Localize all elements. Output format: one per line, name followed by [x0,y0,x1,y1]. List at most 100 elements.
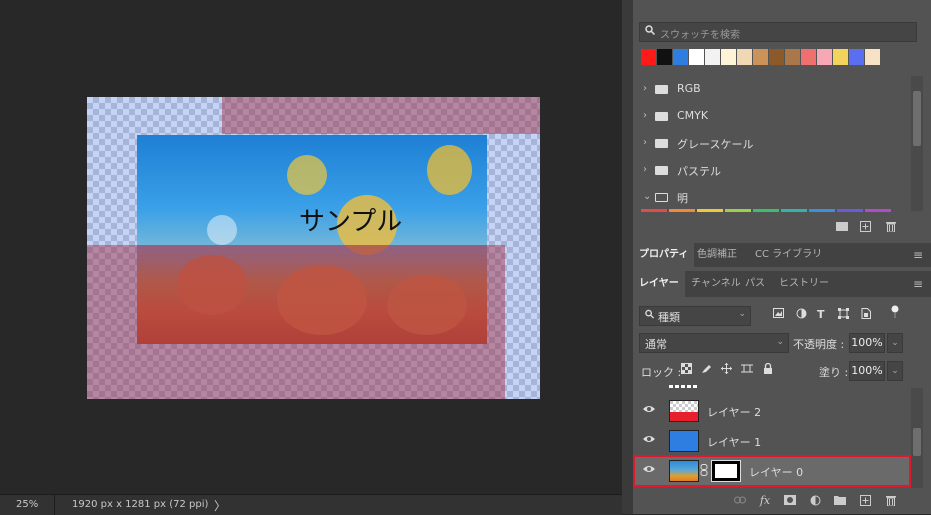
opacity-dropdown-button[interactable]: ⌄ [887,333,903,353]
lock-all-icon[interactable] [763,362,773,377]
status-bar: 25% 1920 px x 1281 px (72 ppi) 〉 [0,494,622,515]
filter-pixel-icon[interactable] [773,308,784,321]
light-swatch[interactable] [641,209,667,212]
tab-history[interactable]: ヒストリー [773,271,835,297]
swatch-color[interactable] [689,49,704,65]
opacity-input[interactable]: 100% [849,333,885,353]
swatch-color[interactable] [657,49,672,65]
new-layer-icon[interactable] [859,495,871,506]
swatch-group[interactable]: ⌄ 明 [633,184,909,211]
swatch-group-name: RGB [677,82,701,95]
folder-icon [655,166,668,175]
layer-name[interactable]: レイヤー 2 [707,404,761,420]
chevron-down-icon[interactable]: ⌄ [643,191,651,202]
folder-icon [655,85,668,94]
layers-scrollbar[interactable] [911,388,923,488]
filter-toggle-icon[interactable] [891,305,899,322]
filter-shape-icon[interactable] [838,308,849,322]
filter-smart-object-icon[interactable] [861,308,871,322]
mask-icon[interactable] [784,495,796,506]
tab-properties[interactable]: プロパティ [633,243,695,267]
light-swatch[interactable] [669,209,695,212]
swatch-scroll-thumb[interactable] [913,91,921,146]
swatch-color[interactable] [849,49,864,65]
tab-paths[interactable]: パス [739,271,771,297]
swatches-panel: スウォッチを検索 › RGB › CMYK › グレースケール › パステル ⌄ 明 [633,0,931,240]
light-swatch[interactable] [725,209,751,212]
folder-icon[interactable] [834,495,846,506]
blend-mode-select[interactable]: 通常 ⌄ [639,333,789,353]
swatch-search-input[interactable]: スウォッチを検索 [639,22,917,42]
lock-label: ロック : [641,366,682,379]
document-size: 1920 px x 1281 px (72 ppi) [72,499,209,510]
chevron-right-icon[interactable]: › [643,83,647,94]
new-group-icon[interactable] [836,221,848,232]
tab-adjustments[interactable]: 色調補正 [691,243,743,267]
filter-type-icon[interactable]: T [817,308,825,321]
swatch-color[interactable] [801,49,816,65]
lock-artboard-icon[interactable] [741,363,753,377]
panel-menu-icon[interactable]: ≡ [913,248,923,262]
folder-icon [655,139,668,148]
lock-position-icon[interactable] [721,363,732,377]
adjustment-icon[interactable] [809,495,821,506]
eye-icon[interactable] [643,434,655,446]
light-swatch[interactable] [697,209,723,212]
light-swatch-strip [641,209,891,212]
swatch-group[interactable]: › CMYK [633,103,909,130]
layer-2-red-tint-top [222,97,540,134]
swatch-color[interactable] [705,49,720,65]
light-swatch[interactable] [753,209,779,212]
light-swatch[interactable] [865,209,891,212]
layers-scroll-thumb[interactable] [913,428,921,456]
new-swatch-icon[interactable] [859,221,871,232]
status-menu-arrow-icon[interactable]: 〉 [214,497,226,514]
swatch-color[interactable] [721,49,736,65]
lock-image-pixels-icon[interactable] [701,363,712,377]
light-swatch[interactable] [837,209,863,212]
canvas-workspace[interactable]: サンプル [0,0,622,494]
fill-dropdown-button[interactable]: ⌄ [887,361,903,381]
swatch-group-name: グレースケール [677,138,754,151]
swatch-color[interactable] [785,49,800,65]
layer-filter-select[interactable]: 種類 ⌄ [639,306,751,326]
zoom-level[interactable]: 25% [16,499,38,510]
swatch-group-list: › RGB › CMYK › グレースケール › パステル ⌄ 明 [633,76,909,211]
layer-row-layer-1[interactable]: レイヤー 1 [633,426,911,456]
document-canvas[interactable]: サンプル [87,97,540,399]
swatch-color[interactable] [737,49,752,65]
swatch-group-name: 明 [677,192,688,205]
light-swatch[interactable] [809,209,835,212]
swatch-color[interactable] [753,49,768,65]
swatch-color[interactable] [865,49,880,65]
trash-icon[interactable] [885,495,897,507]
fx-icon[interactable]: fx [759,495,771,506]
chevron-right-icon[interactable]: › [643,137,647,148]
chevron-right-icon[interactable]: › [643,164,647,175]
swatch-color[interactable] [833,49,848,65]
chevron-right-icon[interactable]: › [643,110,647,121]
swatch-group[interactable]: › RGB [633,76,909,103]
swatch-color[interactable] [673,49,688,65]
filter-adjustment-icon[interactable] [796,308,807,322]
tab-layers[interactable]: レイヤー [633,271,685,297]
tab-channels[interactable]: チャンネル [685,271,747,297]
light-swatch[interactable] [781,209,807,212]
trash-icon[interactable] [885,221,897,233]
lock-transparent-pixels-icon[interactable] [681,363,692,377]
status-divider [54,495,55,515]
eye-icon[interactable] [643,404,655,416]
tab-cc-libraries[interactable]: CC ライブラリ [749,243,828,267]
panel-menu-icon[interactable]: ≡ [913,277,923,291]
swatch-group[interactable]: › パステル [633,157,909,184]
swatch-color[interactable] [817,49,832,65]
layer-name[interactable]: レイヤー 1 [707,434,761,450]
swatch-footer [633,215,931,240]
swatch-color[interactable] [769,49,784,65]
swatch-group[interactable]: › グレースケール [633,130,909,157]
swatch-scrollbar[interactable] [911,76,923,211]
link-layers-icon[interactable] [734,495,746,506]
layer-row-layer-2[interactable]: レイヤー 2 [633,396,911,426]
fill-input[interactable]: 100% [849,361,885,381]
swatch-color[interactable] [641,49,656,65]
